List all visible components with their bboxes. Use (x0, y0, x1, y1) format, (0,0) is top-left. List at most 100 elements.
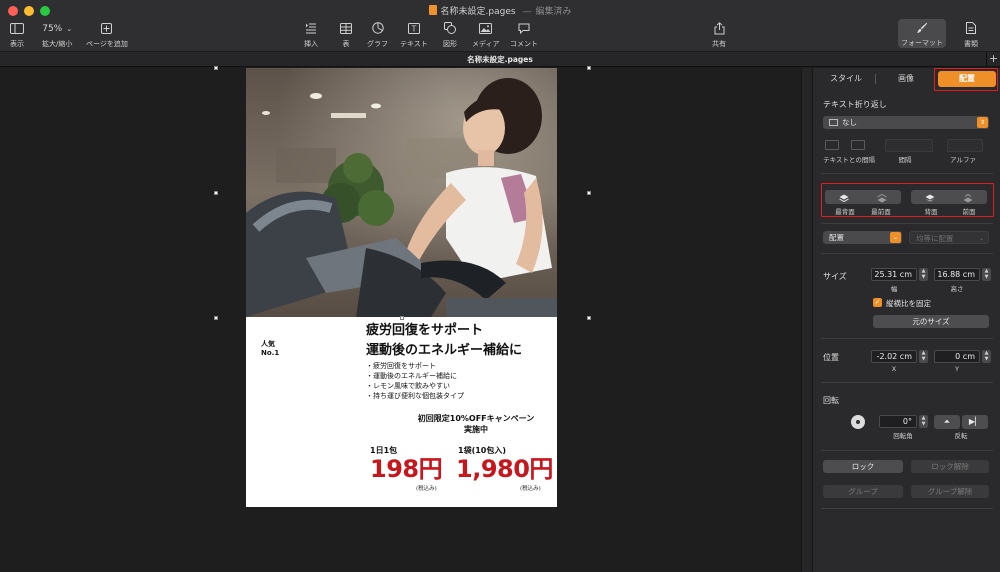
selection-handle[interactable] (587, 191, 591, 195)
media-button[interactable]: メディア (472, 21, 500, 49)
add-page-button[interactable]: ページを追加 (86, 21, 128, 49)
list-item: レモン風味で飲みやすい (366, 381, 464, 391)
distribute-select[interactable]: 均等に配置 ⌄ (909, 231, 989, 244)
canvas-scrollbar[interactable] (801, 68, 812, 572)
comment-button[interactable]: コメント (510, 21, 538, 49)
popular-badge: 人気 No.1 (261, 340, 279, 358)
divider (821, 223, 993, 224)
chevron-down-icon: ⌄ (978, 235, 985, 242)
selection-handle[interactable] (214, 191, 218, 195)
selection-handle[interactable] (400, 316, 404, 320)
chart-button[interactable]: グラフ (367, 21, 388, 49)
selection-handle[interactable] (214, 66, 218, 70)
chart-label: グラフ (367, 40, 388, 48)
y-field[interactable]: 0 cm (934, 350, 980, 363)
width-field[interactable]: 25.31 cm (871, 268, 917, 281)
campaign-line1: 初回限定10%OFFキャンペーン (417, 414, 535, 423)
flip-vertical-icon: ⏶ (943, 417, 951, 426)
divider (821, 382, 993, 383)
share-icon (712, 21, 726, 35)
tab-image[interactable]: 画像 (877, 71, 935, 87)
text-button[interactable]: T テキスト (400, 21, 428, 49)
height-label: 高さ (950, 285, 964, 293)
zoom-control[interactable]: 75% ⌄ 拡大/縮小 (42, 22, 72, 49)
group-button[interactable]: グループ (823, 485, 903, 498)
gap-label: 間隔 (898, 156, 912, 164)
selection-handle[interactable] (587, 66, 591, 70)
flip-vertical-button[interactable]: ⏶ (934, 415, 960, 429)
add-page-icon (86, 21, 128, 35)
tab-document-title[interactable]: 名称未設定.pages (0, 54, 1000, 65)
pages-document-icon (428, 5, 437, 15)
wrap-inline-icon[interactable] (851, 140, 865, 150)
edited-status: 編集済み (535, 7, 572, 17)
table-label: 表 (342, 40, 350, 48)
text-wrap-select[interactable]: なし ⇕ (823, 116, 989, 129)
angle-field[interactable]: 0° (879, 415, 917, 428)
align-select[interactable]: 配置 ⌄ (823, 231, 902, 244)
spacing-label: テキストとの間隔 (823, 156, 875, 164)
format-inspector: スタイル 画像 配置 テキスト折り返し なし ⇕ テキストとの間隔 間隔 アルフ… (812, 68, 1000, 572)
spacing-field[interactable] (885, 139, 933, 152)
share-label: 共有 (712, 40, 726, 48)
width-stepper[interactable]: ▲ ▼ (919, 268, 928, 281)
selection-handle[interactable] (214, 316, 218, 320)
zoom-label: 拡大/縮小 (42, 40, 73, 48)
table-icon (340, 21, 352, 35)
table-button[interactable]: 表 (340, 21, 352, 49)
tab-style[interactable]: スタイル (817, 71, 875, 87)
height-stepper[interactable]: ▲ ▼ (982, 268, 991, 281)
y-label: Y (955, 365, 959, 373)
share-button[interactable]: 共有 (712, 21, 726, 49)
selection-handle[interactable] (587, 316, 591, 320)
offer2-tax: (税込み) (520, 486, 541, 492)
offer1-tax: (税込み) (416, 486, 437, 492)
comment-label: コメント (510, 40, 538, 48)
highlight-box-arrange-tab (934, 68, 998, 91)
ungroup-button[interactable]: グループ解除 (911, 485, 989, 498)
photo-icon (472, 21, 500, 35)
add-tab-button[interactable]: + (986, 52, 1000, 67)
flip-horizontal-button[interactable]: ▶▏ (962, 415, 988, 429)
view-button[interactable]: 表示 (10, 21, 24, 49)
y-stepper[interactable]: ▲ ▼ (982, 350, 991, 363)
shape-button[interactable]: 図形 (443, 21, 457, 49)
title-separator: — (522, 7, 532, 17)
angle-label: 回転角 (893, 432, 913, 440)
wrap-around-icon[interactable] (825, 140, 839, 150)
offer1-price: 198円 (370, 455, 443, 483)
angle-stepper[interactable]: ▲ ▼ (919, 415, 928, 428)
document-button[interactable]: 書類 (964, 21, 978, 49)
document-canvas[interactable]: 人気 No.1 疲労回復をサポート 運動後のエネルギー補給に 疲労回復をサポート… (0, 66, 801, 572)
x-field[interactable]: -2.02 cm (871, 350, 917, 363)
insert-button[interactable]: 挿入 (304, 21, 318, 49)
divider (821, 450, 993, 451)
highlight-box-layer-order (821, 183, 994, 217)
format-label: フォーマット (901, 39, 943, 47)
unlock-button[interactable]: ロック解除 (911, 460, 989, 473)
rotation-knob[interactable] (851, 415, 865, 429)
lock-button[interactable]: ロック (823, 460, 903, 473)
media-label: メディア (472, 40, 500, 48)
alpha-field[interactable] (947, 139, 983, 152)
constrain-proportions-checkbox[interactable]: ✓ (873, 298, 882, 307)
fitness-photo[interactable] (246, 68, 557, 317)
toolbar: 名称未設定.pages — 編集済み 表示 75% ⌄ 拡大/縮小 ページを追加 挿… (0, 0, 1000, 52)
headline-line2: 運動後のエネルギー補給に (366, 343, 523, 358)
headline: 疲労回復をサポート 運動後のエネルギー補給に (366, 321, 522, 361)
position-label: 位置 (823, 353, 839, 362)
paintbrush-icon (898, 21, 946, 35)
popular-line2: No.1 (261, 349, 280, 357)
text-wrap-value: なし (842, 118, 857, 127)
shape-icon (443, 21, 457, 35)
x-stepper[interactable]: ▲ ▼ (919, 350, 928, 363)
text-box-icon: T (400, 21, 428, 35)
document-page[interactable]: 人気 No.1 疲労回復をサポート 運動後のエネルギー補給に 疲労回復をサポート… (246, 68, 557, 507)
divider (821, 338, 993, 339)
height-field[interactable]: 16.88 cm (934, 268, 980, 281)
chevron-down-icon: ⌄ (66, 25, 73, 33)
original-size-button[interactable]: 元のサイズ (873, 315, 989, 328)
format-button[interactable]: フォーマット (898, 19, 946, 48)
chevron-updown-icon: ⇕ (977, 117, 988, 128)
text-label: テキスト (400, 40, 428, 48)
